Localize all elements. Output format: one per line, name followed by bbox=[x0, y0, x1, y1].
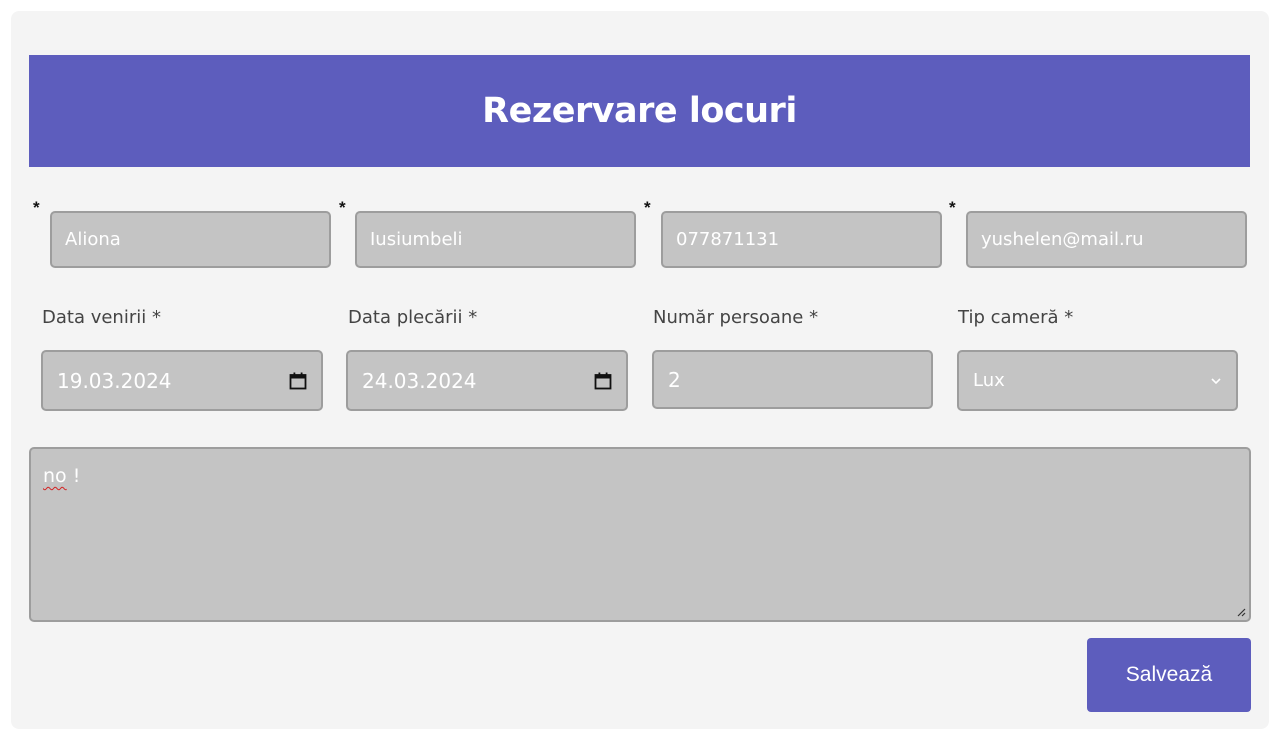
first-name-input[interactable]: Aliona bbox=[50, 211, 331, 268]
last-name-value: Iusiumbeli bbox=[370, 229, 463, 250]
comment-text: no bbox=[43, 465, 67, 487]
room-type-label: Tip cameră * bbox=[958, 307, 1074, 328]
chevron-down-icon bbox=[1211, 377, 1221, 384]
email-input[interactable]: yushelen@mail.ru bbox=[966, 211, 1247, 268]
email-value: yushelen@mail.ru bbox=[981, 229, 1144, 250]
phone-input[interactable]: 077871131 bbox=[661, 211, 942, 268]
departure-date-value: 24.03.2024 bbox=[362, 368, 477, 393]
departure-date-label: Data plecării * bbox=[348, 307, 478, 328]
first-name-value: Aliona bbox=[65, 229, 121, 250]
required-mark: * bbox=[33, 198, 40, 217]
comments-textarea[interactable]: no ! bbox=[29, 447, 1251, 622]
departure-date-input[interactable]: 24.03.2024 bbox=[346, 350, 628, 411]
persons-input[interactable]: 2 bbox=[652, 350, 933, 409]
save-button-label: Salvează bbox=[1125, 663, 1213, 686]
arrival-date-value: 19.03.2024 bbox=[57, 368, 172, 393]
required-mark: * bbox=[949, 198, 956, 217]
room-type-select[interactable]: Lux bbox=[957, 350, 1238, 411]
persons-label: Număr persoane * bbox=[653, 307, 819, 328]
comment-text-end: ! bbox=[66, 465, 81, 487]
form-header: Rezervare locuri bbox=[29, 55, 1250, 167]
arrival-date-input[interactable]: 19.03.2024 bbox=[41, 350, 323, 411]
calendar-icon[interactable] bbox=[594, 372, 612, 390]
persons-value: 2 bbox=[668, 367, 681, 392]
last-name-input[interactable]: Iusiumbeli bbox=[355, 211, 636, 268]
required-mark: * bbox=[644, 198, 651, 217]
save-button[interactable]: Salvează bbox=[1087, 638, 1251, 712]
calendar-icon[interactable] bbox=[289, 372, 307, 390]
resize-handle-icon[interactable] bbox=[1236, 607, 1246, 617]
phone-value: 077871131 bbox=[676, 229, 780, 250]
arrival-date-label: Data venirii * bbox=[42, 307, 161, 328]
page-title: Rezervare locuri bbox=[482, 91, 797, 131]
room-type-value: Lux bbox=[973, 370, 1005, 391]
required-mark: * bbox=[339, 198, 346, 217]
